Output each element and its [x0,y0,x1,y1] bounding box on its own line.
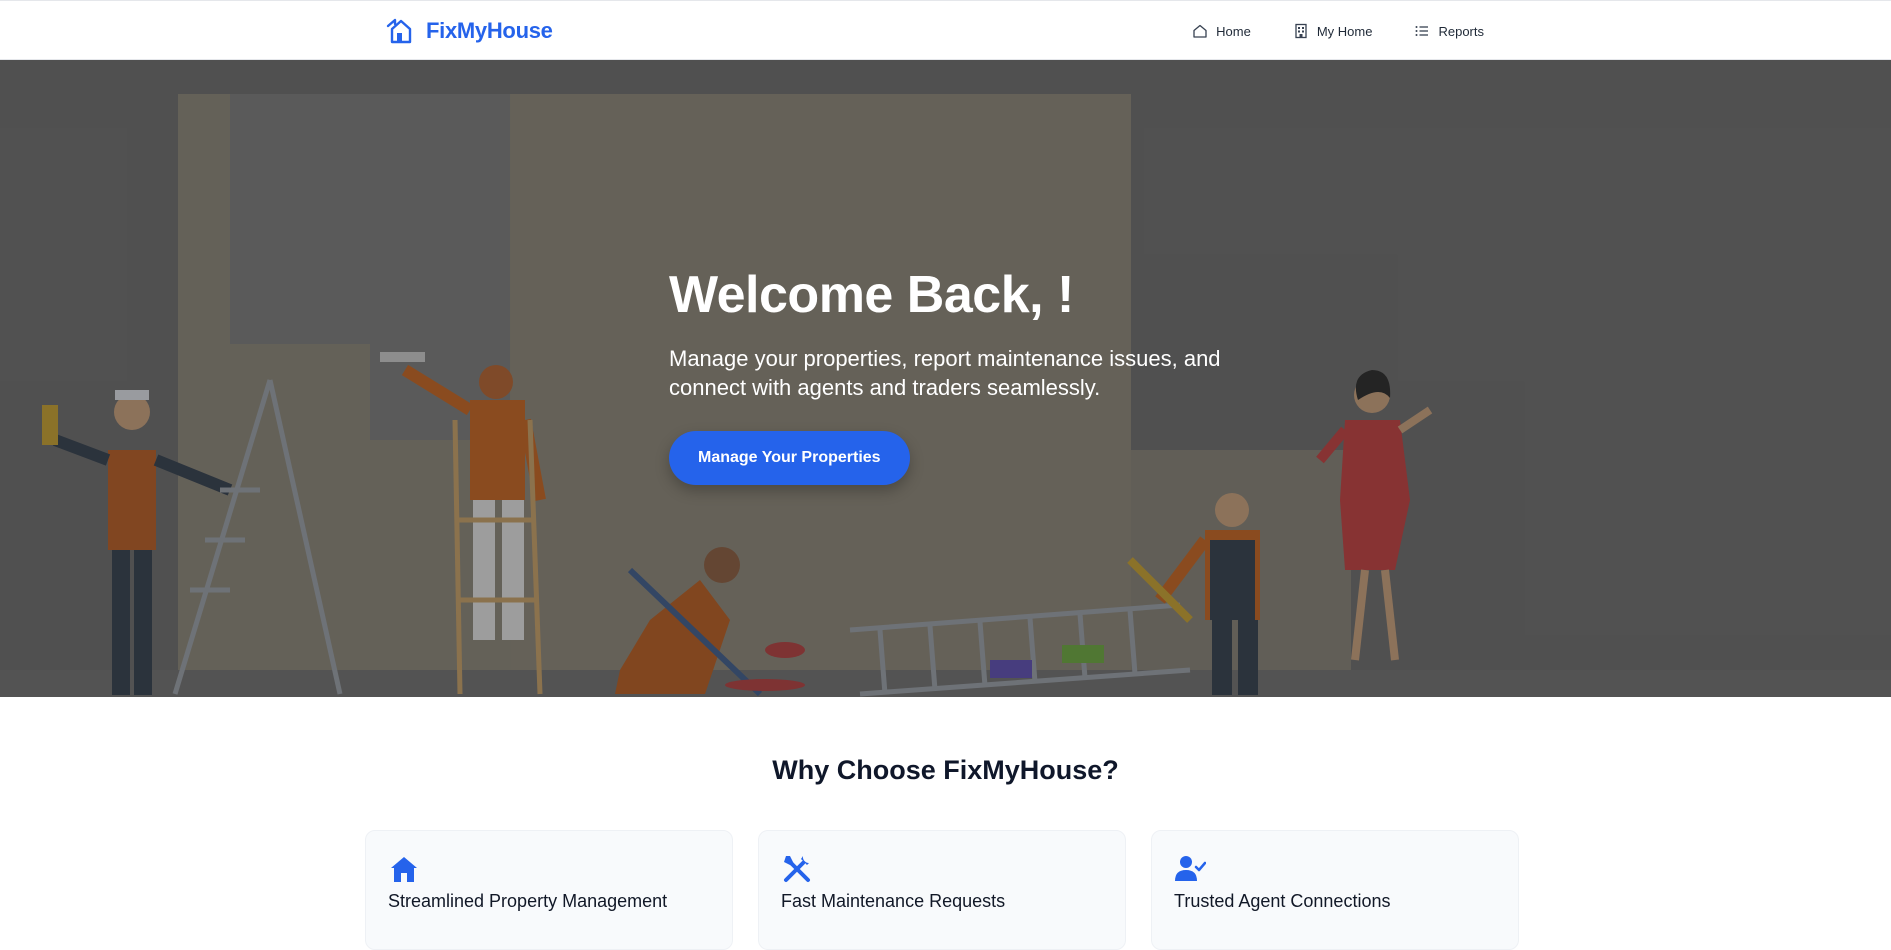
brand-logo-link[interactable]: FixMyHouse [386,14,553,48]
home-icon [1193,24,1207,38]
top-navbar: FixMyHouse Home My Home Reports [0,0,1891,60]
brand-name: FixMyHouse [426,18,553,43]
tools-icon [784,856,810,882]
hero-section: Welcome Back, ! Manage your properties, … [0,60,1891,697]
manage-properties-button[interactable]: Manage Your Properties [669,430,910,485]
list-icon [1415,26,1429,36]
nav-item-my-home-label: My Home [1316,23,1373,39]
nav-item-home-label: Home [1216,23,1251,39]
nav-item-reports-label: Reports [1438,23,1484,39]
hero-title: Welcome Back, ! [669,266,1074,324]
feature-title: Trusted Agent Connections [1174,891,1391,911]
hero-content: Welcome Back, ! Manage your properties, … [669,266,1269,485]
feature-card-property-management: Streamlined Property Management [365,830,733,950]
why-section-title: Why Choose FixMyHouse? [772,755,1119,785]
hero-subtitle: Manage your properties, report maintenan… [669,345,1221,400]
house-icon [391,857,417,882]
feature-card-agent-connections: Trusted Agent Connections [1151,830,1519,950]
feature-card-maintenance-requests: Fast Maintenance Requests [758,830,1126,950]
house-arrow-icon [386,18,412,44]
feature-title: Fast Maintenance Requests [781,891,1006,911]
user-check-icon [1175,856,1206,881]
building-icon [1295,23,1307,39]
feature-title: Streamlined Property Management [388,891,668,911]
nav-item-my-home[interactable]: My Home [1293,23,1373,39]
nav-item-reports[interactable]: Reports [1414,23,1484,39]
main-nav: Home My Home Reports [1192,1,1484,61]
nav-item-home[interactable]: Home [1192,23,1251,39]
